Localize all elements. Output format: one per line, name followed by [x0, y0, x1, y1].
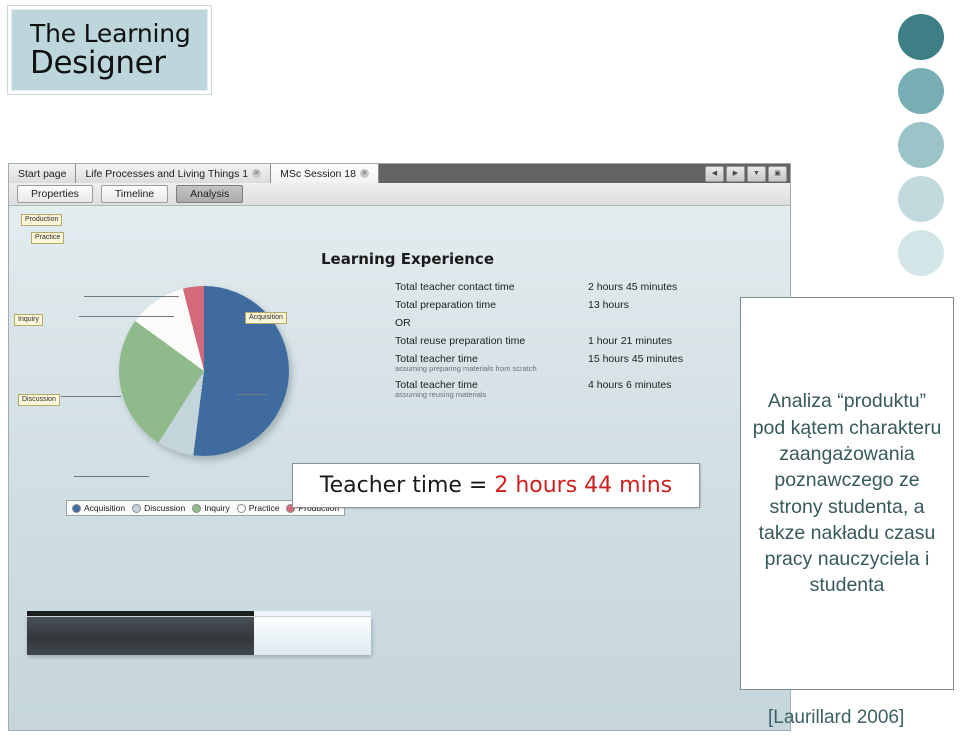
stat-value: 13 hours [588, 299, 629, 311]
pie-leader-line [79, 316, 174, 317]
bar-chart-bar [27, 617, 371, 655]
pie-leader-line [84, 296, 179, 297]
stat-sublabel: assuming preparing materials from scratc… [395, 364, 537, 373]
window-tab-label: Start page [18, 167, 67, 180]
legend-item: Discussion [132, 503, 185, 513]
pie-label-discussion: Discussion [18, 394, 60, 406]
legend-label: Inquiry [204, 503, 230, 513]
deco-circle-1 [898, 14, 944, 60]
window-tabs: Start page Life Processes and Living Thin… [9, 164, 379, 183]
close-icon[interactable]: ✕ [252, 169, 262, 178]
legend-label: Acquisition [84, 503, 126, 513]
window-tab-bar: Start page Life Processes and Living Thin… [9, 164, 790, 183]
legend-swatch [192, 503, 202, 513]
window-controls[interactable]: ◀ ▶ ▼ ▣ [705, 166, 787, 182]
deco-circle-5 [898, 230, 944, 276]
bar-chart-top-strip [27, 611, 371, 616]
window-tab-2[interactable]: MSc Session 18 ✕ [271, 164, 379, 183]
stat-label: Total preparation time [395, 299, 496, 311]
legend-swatch [236, 503, 246, 513]
panel-title: Learning Experience [321, 250, 494, 268]
stat-row: Total reuse preparation time 1 hour 21 mi… [395, 335, 725, 347]
stat-label: Total teacher time assuming preparing mat… [395, 353, 588, 373]
stat-or-separator: OR [395, 317, 411, 329]
legend-item: Acquisition [72, 503, 125, 513]
learning-designer-app-window: Start page Life Processes and Living Thin… [8, 163, 791, 731]
bar-strip-segment [254, 611, 371, 616]
legend-item: Inquiry [192, 503, 230, 513]
teacher-time-callout: Teacher time = 2 hours 44 mins [292, 463, 700, 508]
section-tab-properties[interactable]: Properties [17, 185, 93, 203]
deco-circle-2 [898, 68, 944, 114]
bar-segment-one-size-fits-all [27, 617, 255, 655]
teacher-time-value: 2 hours 44 mins [494, 473, 673, 498]
stat-value: 1 hour 21 minutes [588, 335, 673, 347]
stat-value: 15 hours 45 minutes [588, 353, 684, 365]
stat-row: Total preparation time 13 hours [395, 299, 725, 311]
stat-row: Total teacher time assuming preparing mat… [395, 353, 725, 373]
deco-circle-3 [898, 122, 944, 168]
legend-swatch [72, 503, 81, 513]
window-tab-label: MSc Session 18 [280, 167, 356, 180]
bar-segment-individualised [254, 617, 371, 655]
legend-swatch [132, 503, 142, 513]
teacher-time-label: Teacher time = [319, 473, 488, 498]
learning-experience-stats: Total teacher contact time 2 hours 45 min… [395, 281, 725, 405]
nav-forward-button[interactable]: ▶ [726, 166, 745, 182]
citation-reference: [Laurillard 2006] [768, 707, 905, 728]
window-tab-label: Life Processes and Living Things 1 [85, 167, 249, 180]
pie-label-acquisition: Acquisition [245, 312, 287, 324]
stat-value: 4 hours 6 minutes [588, 379, 672, 391]
description-text: Analiza “produktu” pod kątem charakteru … [752, 390, 942, 597]
pie-label-inquiry: Inquiry [14, 314, 44, 326]
pie-leader-line [61, 396, 121, 397]
stat-label: Total teacher contact time [395, 281, 515, 293]
pie-label-production: Production [21, 214, 63, 226]
section-tab-bar: Properties Timeline Analysis [9, 183, 790, 206]
stat-sublabel: assuming reusing materials [395, 390, 487, 399]
logo-plate: The Learning Designer [11, 9, 208, 91]
legend-label: Practice [248, 503, 280, 513]
logo-line-1: The Learning [30, 18, 191, 48]
section-tab-analysis[interactable]: Analysis [176, 185, 244, 203]
legend-label: Discussion [144, 503, 186, 513]
logo-line-2: Designer [30, 44, 166, 81]
deco-circle-4 [898, 176, 944, 222]
window-restore-button[interactable]: ▣ [768, 166, 787, 182]
nav-back-button[interactable]: ◀ [705, 166, 724, 182]
stat-row: Total teacher time assuming reusing mater… [395, 379, 725, 399]
window-tab-0[interactable]: Start page [9, 164, 77, 183]
stat-row: Total teacher contact time 2 hours 45 min… [395, 281, 725, 293]
close-icon[interactable]: ✕ [359, 169, 369, 178]
pie-leader-line [74, 476, 149, 477]
description-box: Analiza “produktu” pod kątem charakteru … [740, 297, 954, 690]
pie-leader-line [237, 394, 267, 395]
bar-strip-segment [27, 611, 255, 616]
window-tab-1[interactable]: Life Processes and Living Things 1 ✕ [76, 164, 272, 183]
section-tab-timeline[interactable]: Timeline [100, 185, 169, 203]
legend-item: Practice [236, 503, 280, 513]
learning-designer-logo: The Learning Designer [7, 5, 212, 95]
nav-dropdown-button[interactable]: ▼ [747, 166, 766, 182]
pie-label-practice: Practice [31, 232, 65, 244]
stat-label: Total teacher time assuming reusing mater… [395, 379, 588, 399]
stat-value: 2 hours 45 minutes [588, 281, 678, 293]
group-size-bar-chart [27, 611, 371, 656]
stat-label: Total reuse preparation time [395, 335, 526, 347]
